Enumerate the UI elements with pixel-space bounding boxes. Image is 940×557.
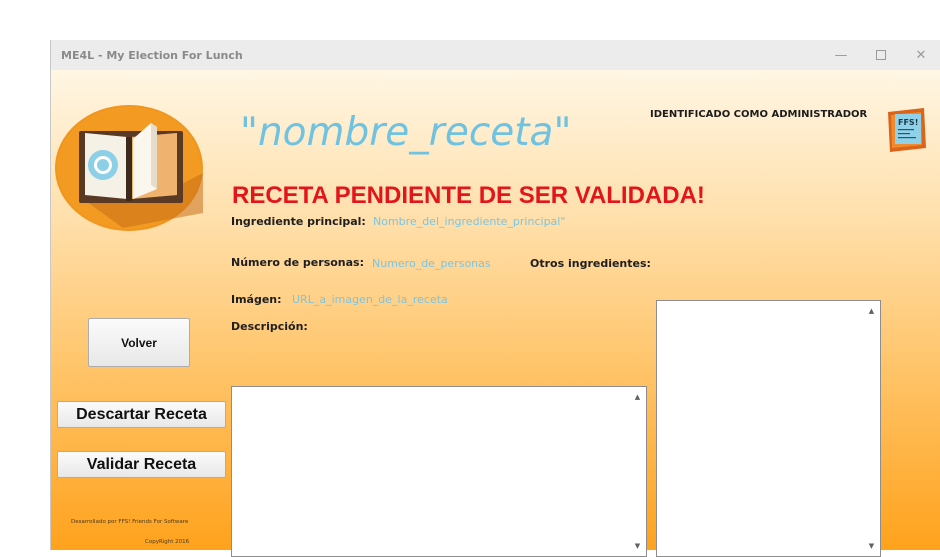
main-ingredient-value: Nombre_del_ingrediente_principal"	[373, 215, 566, 228]
admin-status-label: IDENTIFICADO COMO ADMINISTRADOR	[650, 109, 868, 120]
ffs-logo-text: FFS!	[898, 118, 918, 127]
back-button[interactable]: Volver	[88, 318, 190, 367]
copyright-text: CopyRight 2016	[145, 539, 190, 545]
pending-validation-heading: RECETA PENDIENTE DE SER VALIDADA!	[232, 182, 705, 209]
close-button[interactable]: ✕	[903, 40, 939, 70]
other-ingredients-scrollbar[interactable]: ▲ ▼	[863, 301, 880, 556]
description-label: Descripción:	[231, 320, 308, 333]
maximize-button[interactable]	[863, 40, 899, 70]
window-title: ME4L - My Election For Lunch	[61, 49, 243, 62]
recipe-name-title: "nombre_receta"	[240, 110, 572, 155]
title-bar[interactable]: ME4L - My Election For Lunch — ✕	[51, 40, 940, 70]
image-label: Imágen:	[231, 293, 282, 306]
other-ingredients-label: Otros ingredientes:	[530, 257, 651, 270]
chevron-up-icon[interactable]: ▲	[863, 303, 880, 319]
image-url-value: URL_a_imagen_de_la_receta	[292, 293, 448, 306]
servings-value: Numero_de_personas	[372, 257, 491, 270]
chevron-down-icon[interactable]: ▼	[863, 538, 880, 554]
developer-credit: Desarrollado por FFS! Friends For Softwa…	[71, 519, 189, 525]
other-ingredients-textarea[interactable]	[656, 300, 881, 557]
main-ingredient-label: Ingrediente principal:	[231, 215, 366, 228]
description-textarea[interactable]	[231, 386, 647, 557]
servings-label: Número de personas:	[231, 256, 364, 269]
discard-recipe-button[interactable]: Descartar Receta	[57, 401, 226, 428]
validate-recipe-button[interactable]: Validar Receta	[57, 451, 226, 478]
description-scrollbar[interactable]: ▲ ▼	[629, 387, 646, 556]
minimize-button[interactable]: —	[823, 40, 859, 70]
ffs-logo-icon: FFS!	[888, 108, 926, 152]
maximize-icon	[876, 50, 886, 60]
chevron-up-icon[interactable]: ▲	[629, 389, 646, 405]
app-logo-icon	[55, 105, 203, 231]
window-content: FFS! "nombre_receta" IDENTIFICADO COMO A…	[51, 70, 940, 557]
chevron-down-icon[interactable]: ▼	[629, 538, 646, 554]
app-window: ME4L - My Election For Lunch — ✕ FFS! "n…	[50, 40, 940, 557]
